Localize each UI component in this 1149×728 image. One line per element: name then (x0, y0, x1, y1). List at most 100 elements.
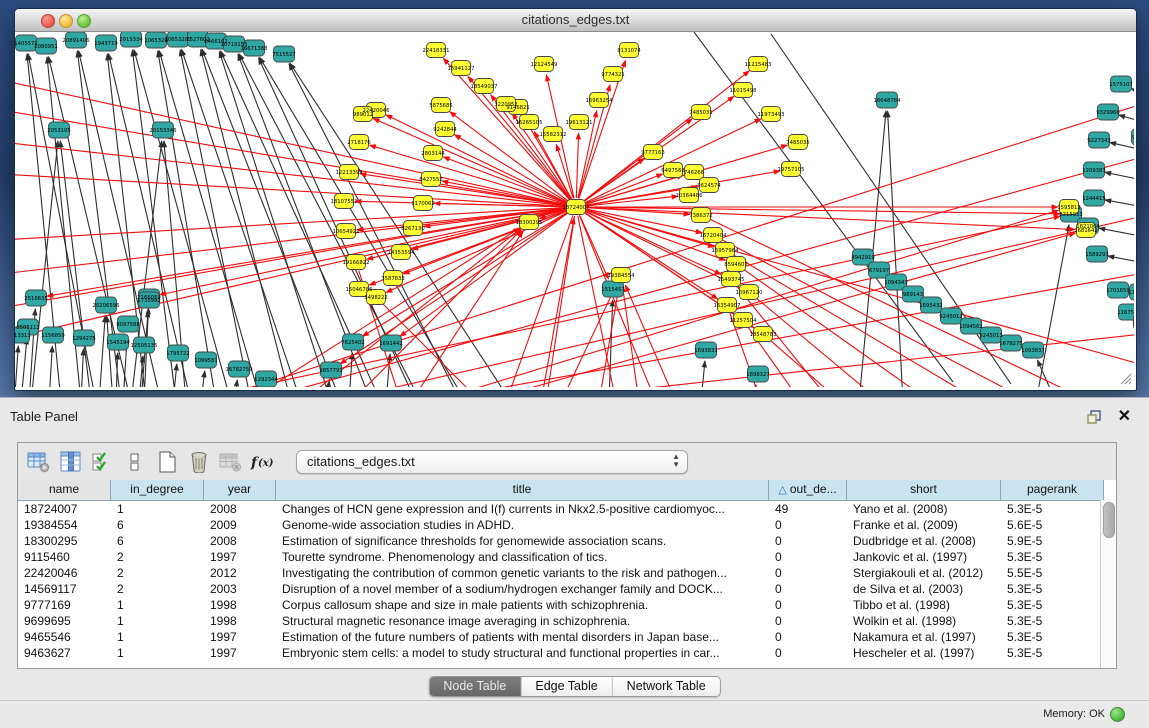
network-window-titlebar[interactable]: citations_edges.txt (15, 9, 1136, 32)
column-header-name[interactable]: name (18, 480, 111, 500)
unselect-all-icon[interactable] (122, 449, 148, 475)
table-cell[interactable]: 5.6E-5 (1001, 517, 1104, 533)
show-columns-icon[interactable] (58, 449, 84, 475)
table-cell[interactable]: 18724007 (18, 501, 111, 517)
table-vertical-scrollbar[interactable] (1100, 500, 1116, 668)
table-cell[interactable]: 1 (111, 645, 204, 661)
column-header-outde[interactable]: △out_de... (769, 480, 847, 500)
table-cell[interactable]: Tourette syndrome. Phenomenology and cla… (276, 549, 769, 565)
table-cell[interactable]: 5.5E-5 (1001, 565, 1104, 581)
table-row[interactable]: 977716911998Corpus callosum shape and si… (18, 597, 1116, 613)
function-builder-icon[interactable]: f(x) (250, 449, 276, 475)
table-cell[interactable]: Dudbridge et al. (2008) (847, 533, 1001, 549)
table-cell[interactable]: 1 (111, 501, 204, 517)
table-cell[interactable]: 5.3E-5 (1001, 597, 1104, 613)
table-cell[interactable]: 14569117 (18, 581, 111, 597)
table-row[interactable]: 1456911722003Disruption of a novel membe… (18, 581, 1116, 597)
table-selector-dropdown[interactable]: citations_edges.txt ▲▼ (296, 450, 688, 474)
table-cell[interactable]: 9465546 (18, 629, 111, 645)
table-cell[interactable]: 22420046 (18, 565, 111, 581)
column-header-short[interactable]: short (847, 480, 1001, 500)
table-row[interactable]: 1938455462009Genome-wide association stu… (18, 517, 1116, 533)
table-row[interactable]: 911546021997Tourette syndrome. Phenomeno… (18, 549, 1116, 565)
table-cell[interactable]: Nakamura et al. (1997) (847, 629, 1001, 645)
table-cell[interactable]: 1998 (204, 613, 276, 629)
table-row[interactable]: 946554611997Estimation of the future num… (18, 629, 1116, 645)
table-cell[interactable]: 49 (769, 501, 847, 517)
table-cell[interactable]: 1 (111, 597, 204, 613)
table-cell[interactable]: 0 (769, 645, 847, 661)
table-cell[interactable]: 1997 (204, 645, 276, 661)
table-cell[interactable]: 9115460 (18, 549, 111, 565)
table-cell[interactable]: Estimation of significance thresholds fo… (276, 533, 769, 549)
table-cell[interactable]: Yano et al. (2008) (847, 501, 1001, 517)
table-cell[interactable]: 1998 (204, 597, 276, 613)
table-cell[interactable]: 19384554 (18, 517, 111, 533)
table-cell[interactable]: 5.3E-5 (1001, 629, 1104, 645)
table-cell[interactable]: 18300295 (18, 533, 111, 549)
column-header-title[interactable]: title (276, 480, 769, 500)
table-cell[interactable]: 2008 (204, 533, 276, 549)
table-cell[interactable]: 1997 (204, 549, 276, 565)
table-cell[interactable]: Tibbo et al. (1998) (847, 597, 1001, 613)
table-row[interactable]: 1830029562008Estimation of significance … (18, 533, 1116, 549)
table-header-row[interactable]: namein_degreeyeartitle△out_de...shortpag… (18, 480, 1116, 501)
table-cell[interactable]: 0 (769, 517, 847, 533)
scrollbar-thumb[interactable] (1103, 502, 1115, 538)
table-cell[interactable]: 0 (769, 581, 847, 597)
table-cell[interactable]: Changes of HCN gene expression and I(f) … (276, 501, 769, 517)
node-table[interactable]: namein_degreeyeartitle△out_de...shortpag… (18, 480, 1116, 668)
new-table-icon[interactable] (154, 449, 180, 475)
table-cell[interactable]: 5.3E-5 (1001, 645, 1104, 661)
table-cell[interactable]: Corpus callosum shape and size in male p… (276, 597, 769, 613)
table-cell[interactable]: Wolkin et al. (1998) (847, 613, 1001, 629)
table-cell[interactable]: 5.3E-5 (1001, 549, 1104, 565)
table-cell[interactable]: 5.3E-5 (1001, 581, 1104, 597)
table-cell[interactable]: Estimation of the future numbers of pati… (276, 629, 769, 645)
table-cell[interactable]: Embryonic stem cells: a model to study s… (276, 645, 769, 661)
table-cell[interactable]: 2 (111, 581, 204, 597)
table-cell[interactable]: Franke et al. (2009) (847, 517, 1001, 533)
table-cell[interactable]: 0 (769, 629, 847, 645)
table-cell[interactable]: Stergiakouli et al. (2012) (847, 565, 1001, 581)
table-row[interactable]: 1872400712008Changes of HCN gene express… (18, 501, 1116, 517)
table-cell[interactable]: 5.3E-5 (1001, 613, 1104, 629)
table-cell[interactable]: 5.3E-5 (1001, 501, 1104, 517)
table-cell[interactable]: Jankovic et al. (1997) (847, 549, 1001, 565)
table-cell[interactable]: 9699695 (18, 613, 111, 629)
table-cell[interactable]: 2003 (204, 581, 276, 597)
table-cell[interactable]: 0 (769, 549, 847, 565)
table-row[interactable]: 2242004622012Investigating the contribut… (18, 565, 1116, 581)
tab-node-table[interactable]: Node Table (429, 677, 521, 696)
table-cell[interactable]: 0 (769, 613, 847, 629)
table-cell[interactable]: 0 (769, 533, 847, 549)
column-header-indegree[interactable]: in_degree (111, 480, 204, 500)
table-cell[interactable]: 5.9E-5 (1001, 533, 1104, 549)
table-cell[interactable]: de Silva et al. (2003) (847, 581, 1001, 597)
table-options-icon[interactable] (26, 449, 52, 475)
table-cell[interactable]: Disruption of a novel member of a sodium… (276, 581, 769, 597)
table-row[interactable]: 969969511998Structural magnetic resonanc… (18, 613, 1116, 629)
network-view-window[interactable]: citations_edges.txt 14055722080951208914… (14, 8, 1137, 391)
table-cell[interactable]: 1 (111, 629, 204, 645)
table-cell[interactable]: 1997 (204, 629, 276, 645)
column-header-pagerank[interactable]: pagerank (1001, 480, 1104, 500)
citation-network-graph[interactable]: 1405572208095120891406194371920153341065… (15, 32, 1134, 387)
network-canvas[interactable]: 1405572208095120891406194371920153341065… (15, 32, 1134, 387)
resize-grip-icon[interactable] (1118, 371, 1132, 385)
float-window-icon[interactable] (1085, 408, 1103, 426)
table-cell[interactable]: 0 (769, 565, 847, 581)
delete-rows-icon[interactable] (186, 449, 212, 475)
table-cell[interactable]: 9777169 (18, 597, 111, 613)
table-cell[interactable]: 2 (111, 565, 204, 581)
table-cell[interactable]: Genome-wide association studies in ADHD. (276, 517, 769, 533)
table-cell[interactable]: 2012 (204, 565, 276, 581)
table-body[interactable]: 1872400712008Changes of HCN gene express… (18, 501, 1116, 661)
tab-network-table[interactable]: Network Table (613, 677, 720, 696)
table-cell[interactable]: 2008 (204, 501, 276, 517)
select-all-icon[interactable] (90, 449, 116, 475)
table-cell[interactable]: 2009 (204, 517, 276, 533)
close-icon[interactable]: ✕ (1118, 406, 1131, 426)
table-cell[interactable]: 6 (111, 533, 204, 549)
table-cell[interactable]: Structural magnetic resonance image aver… (276, 613, 769, 629)
